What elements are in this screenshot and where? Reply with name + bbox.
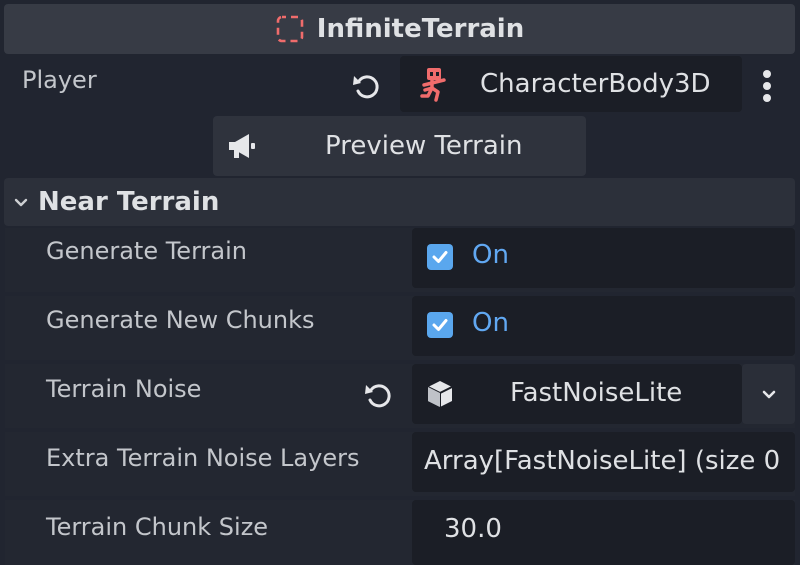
extra-noise-layers-value: Array[FastNoiseLite] (size 0: [424, 446, 781, 476]
generate-new-chunks-checkbox[interactable]: [427, 312, 453, 338]
player-label: Player: [22, 66, 97, 94]
preview-terrain-label: Preview Terrain: [325, 131, 523, 161]
terrain-chunk-size-value: 30.0: [444, 514, 502, 544]
generate-terrain-label: Generate Terrain: [46, 237, 247, 265]
more-options-icon[interactable]: [752, 66, 782, 106]
player-node-value: CharacterBody3D: [480, 69, 711, 99]
terrain-chunk-size-field[interactable]: 30.0: [412, 500, 795, 565]
generate-terrain-field[interactable]: On: [412, 228, 795, 288]
player-node-field[interactable]: CharacterBody3D: [400, 56, 742, 112]
extra-noise-layers-label: Extra Terrain Noise Layers: [46, 444, 360, 472]
generate-terrain-value: On: [472, 240, 509, 270]
chevron-down-icon: [759, 384, 779, 404]
inspector-header: InfiniteTerrain: [4, 4, 795, 54]
chevron-down-icon: [12, 193, 30, 211]
generate-new-chunks-value: On: [472, 308, 509, 338]
generate-terrain-checkbox[interactable]: [427, 244, 453, 270]
terrain-noise-field[interactable]: FastNoiseLite: [412, 364, 742, 424]
extra-noise-layers-field[interactable]: Array[FastNoiseLite] (size 0: [412, 432, 795, 492]
terrain-chunk-size-label: Terrain Chunk Size: [46, 513, 269, 541]
terrain-noise-label: Terrain Noise: [46, 375, 202, 403]
near-terrain-section[interactable]: Near Terrain: [4, 178, 795, 226]
preview-terrain-button[interactable]: Preview Terrain: [213, 116, 586, 176]
section-title: Near Terrain: [38, 187, 220, 217]
terrain-noise-revert-icon[interactable]: [362, 379, 394, 415]
terrain-noise-value: FastNoiseLite: [510, 378, 683, 408]
resource-cube-icon: [424, 378, 456, 414]
terrain-noise-dropdown[interactable]: [742, 364, 795, 424]
megaphone-icon: [225, 129, 259, 163]
revert-icon[interactable]: [350, 70, 382, 106]
generate-new-chunks-field[interactable]: On: [412, 296, 795, 356]
character-body-icon: [416, 66, 452, 102]
inspector-title: InfiniteTerrain: [316, 14, 525, 44]
generate-new-chunks-label: Generate New Chunks: [46, 306, 315, 334]
node-icon: [275, 14, 305, 44]
